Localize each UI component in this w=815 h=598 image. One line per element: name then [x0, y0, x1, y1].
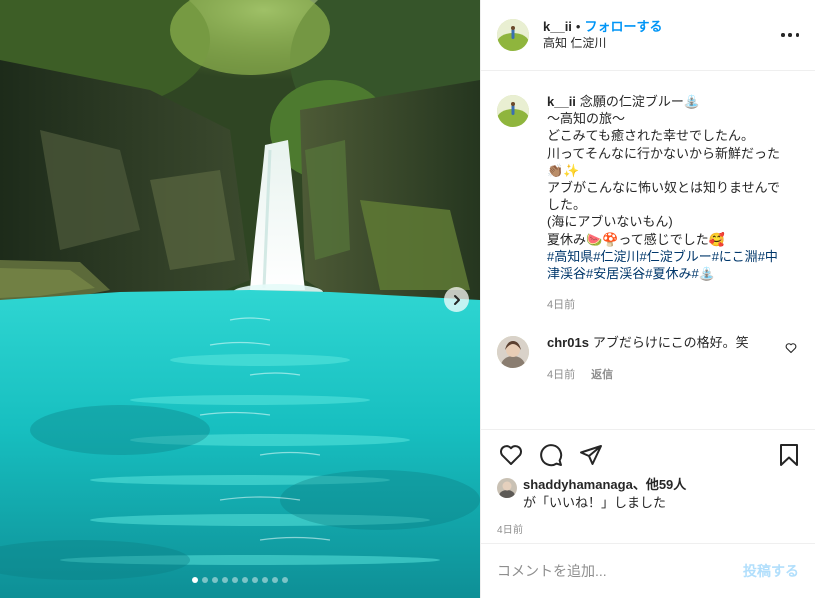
hashtag-link[interactable]: #⛲: [691, 266, 714, 281]
hashtag-link[interactable]: #仁淀ブルー: [639, 249, 711, 264]
avatar[interactable]: [497, 95, 529, 127]
post-date[interactable]: 4日前: [497, 521, 799, 536]
carousel-dot: [202, 577, 208, 583]
post-photo[interactable]: [0, 0, 480, 598]
more-options-icon[interactable]: [781, 27, 799, 43]
comment-bubble-icon[interactable]: [537, 441, 565, 469]
comments-section: k__ii 念願の仁淀ブルー⛲ 〜高知の旅〜 どこみても癒された幸せでしたん。 川…: [481, 71, 815, 429]
caption-line: 川ってそんなに行かないから新鮮だった👏🏽✨: [547, 145, 780, 178]
follow-button[interactable]: フォローする: [584, 18, 662, 35]
separator-dot: •: [575, 19, 581, 34]
carousel-dot: [242, 577, 248, 583]
liked-by: shaddyhamanaga、他59人 が「いいね！」しました: [497, 476, 799, 512]
paper-plane-icon[interactable]: [577, 441, 605, 469]
comment-time[interactable]: 4日前: [547, 367, 575, 384]
comment-input[interactable]: コメントを追加...: [497, 561, 743, 581]
add-comment-bar: コメントを追加... 投稿する: [481, 543, 815, 598]
carousel-dot: [262, 577, 268, 583]
bookmark-icon[interactable]: [775, 441, 803, 469]
avatar[interactable]: [497, 478, 517, 498]
carousel-indicator: [0, 577, 480, 583]
caption-line: 夏休み🍉🍄って感じでした🥰: [547, 231, 725, 247]
avatar[interactable]: [497, 336, 529, 369]
carousel-dot: [232, 577, 238, 583]
waterfall-photo: [0, 0, 480, 598]
hashtag-link[interactable]: #高知県: [547, 249, 593, 264]
next-slide-button[interactable]: [444, 287, 469, 312]
hashtag-link[interactable]: #夏休み: [645, 266, 691, 281]
carousel-dot: [192, 577, 198, 583]
hashtag-link[interactable]: #安居渓谷: [586, 266, 645, 281]
instagram-post: k__ii • フォローする 高知 仁淀川 k__ii 念願の仁淀ブルー⛲ 〜高…: [0, 0, 815, 598]
likes-count[interactable]: 、他59人: [633, 477, 686, 492]
liked-by-username[interactable]: shaddyhamanaga: [523, 477, 633, 492]
reply-button[interactable]: 返信: [591, 367, 613, 384]
carousel-dot: [252, 577, 258, 583]
caption-line: (海にアブいないもん): [547, 214, 673, 230]
carousel-dot: [282, 577, 288, 583]
commenter-username[interactable]: chr01s: [547, 335, 589, 350]
chevron-right-icon: [453, 294, 460, 305]
carousel-dot: [212, 577, 218, 583]
post-actions: shaddyhamanaga、他59人 が「いいね！」しました 4日前: [481, 429, 815, 543]
location-link[interactable]: 高知 仁淀川: [543, 35, 663, 52]
comment-text: アブだらけにこの格好。笑: [592, 335, 749, 351]
hashtag-link[interactable]: #仁淀川: [593, 249, 639, 264]
comment-item: chr01s アブだらけにこの格好。笑 4日前 返信: [497, 334, 799, 383]
carousel-dot: [222, 577, 228, 583]
author-username[interactable]: k__ii: [543, 18, 572, 35]
comment-like-icon[interactable]: [785, 342, 797, 354]
caption: k__ii 念願の仁淀ブルー⛲ 〜高知の旅〜 どこみても癒された幸せでしたん。 川…: [497, 93, 799, 314]
caption-time[interactable]: 4日前: [547, 297, 575, 314]
caption-username[interactable]: k__ii: [547, 94, 576, 109]
hashtag-link[interactable]: #にこ淵: [712, 249, 758, 264]
avatar[interactable]: [497, 19, 529, 51]
liked-by-suffix: が「いいね！」しました: [523, 495, 667, 510]
caption-line: 〜高知の旅〜: [547, 111, 626, 127]
carousel-dot: [272, 577, 278, 583]
caption-line: 念願の仁淀ブルー⛲: [579, 94, 701, 109]
caption-line: アブがこんなに怖い奴とは知りませんでした。: [547, 180, 780, 213]
heart-icon[interactable]: [497, 441, 525, 469]
post-header: k__ii • フォローする 高知 仁淀川: [481, 0, 815, 71]
post-comment-button[interactable]: 投稿する: [743, 561, 799, 581]
caption-line: どこみても癒された幸せでしたん。: [547, 128, 754, 144]
hashtag-list: #高知県#仁淀川#仁淀ブルー#にこ淵#中津渓谷#安居渓谷#夏休み#⛲: [547, 248, 789, 282]
post-side-panel: k__ii • フォローする 高知 仁淀川 k__ii 念願の仁淀ブルー⛲ 〜高…: [480, 0, 815, 598]
